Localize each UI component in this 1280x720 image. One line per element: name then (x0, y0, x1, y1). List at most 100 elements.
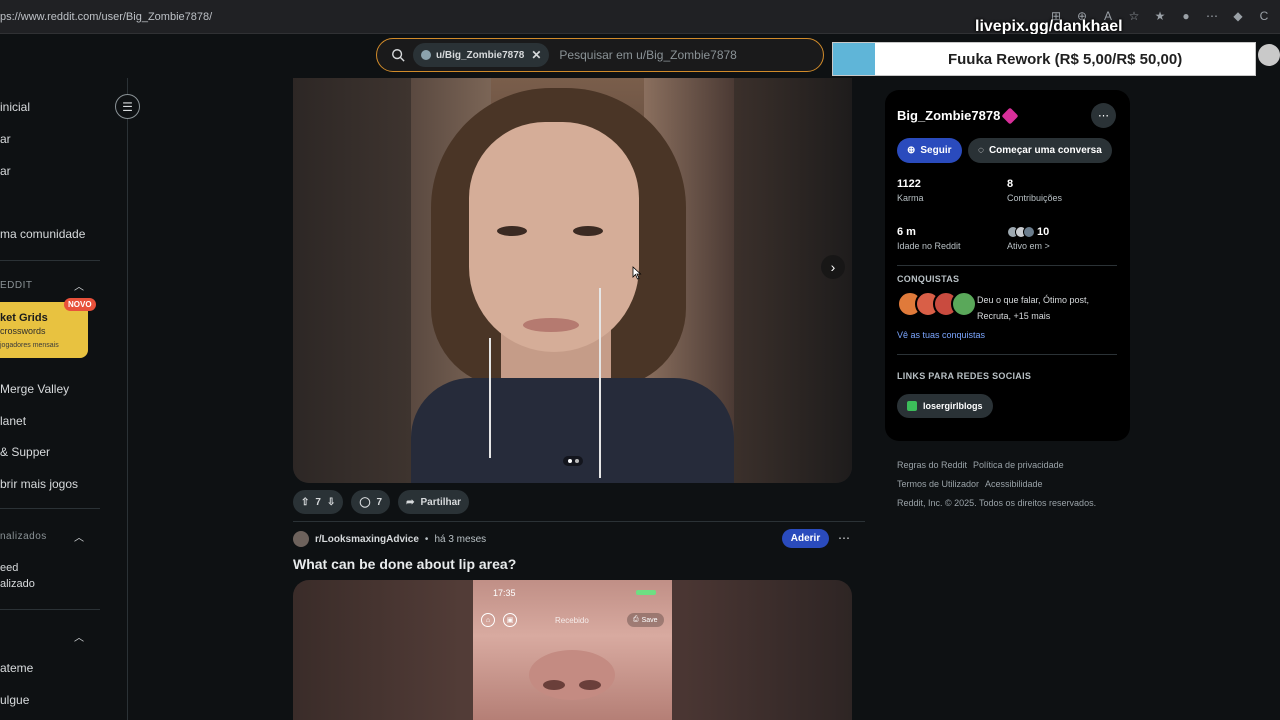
chevron-right-icon[interactable]: › (821, 255, 845, 279)
feed-divider (293, 521, 865, 522)
vote-count: 7 (315, 496, 321, 508)
profile-initial[interactable]: C (1256, 8, 1272, 24)
photo-nostril (579, 680, 601, 690)
join-button[interactable]: Aderir (782, 529, 829, 548)
menu-icon[interactable]: ☰ (115, 94, 140, 119)
start-chat-label: Começar uma conversa (988, 145, 1102, 156)
start-chat-button[interactable]: ◌ Começar uma conversa (968, 138, 1112, 163)
sidebar-item-create-community[interactable]: ma comunidade (0, 227, 85, 241)
share-button[interactable]: ➦ Partilhar (398, 490, 470, 514)
community-avatar (1023, 226, 1035, 238)
chevron-up-icon[interactable]: ︿ (74, 278, 84, 293)
view-achievements-link[interactable]: Vê as tuas conquistas (897, 330, 985, 340)
sidebar-item-discover-games[interactable]: brir mais jogos (0, 477, 78, 491)
sidebar-divider (0, 260, 100, 261)
copilot-icon[interactable]: ◆ (1230, 8, 1246, 24)
post-timestamp: há 3 meses (434, 533, 487, 545)
active-communities-avatars (1007, 226, 1035, 238)
sidebar-divider (0, 609, 100, 610)
post-media-gallery[interactable]: › (293, 78, 852, 483)
achievements-summary: Deu o que falar, Ótimo post, Recruta, +1… (977, 295, 1090, 321)
browser-profile-icon[interactable]: ● (1178, 8, 1194, 24)
search-scope-chip[interactable]: u/Big_Zombie7878 ✕ (413, 43, 550, 67)
favorite-star-icon[interactable]: ☆ (1126, 8, 1142, 24)
post-title[interactable]: What can be done about lip area? (293, 556, 516, 572)
search-scope-label: u/Big_Zombie7878 (436, 49, 525, 61)
custom-feeds-heading[interactable]: nalizados (0, 531, 47, 542)
search-icon (392, 49, 405, 62)
sidebar-item-home[interactable]: inicial (0, 100, 30, 114)
chevron-up-icon[interactable]: ︿ (74, 529, 84, 544)
comments-button[interactable]: ◯ 7 (351, 490, 391, 514)
sidebar-item-popular[interactable]: ar (0, 132, 11, 146)
home-icon: ⌂ (481, 613, 495, 627)
sidebar-divider (0, 508, 100, 509)
sidebar-item-game[interactable]: Merge Valley (0, 382, 69, 396)
phone-save-label: Save (641, 616, 658, 624)
footer-link-accessibility[interactable]: Acessibilidade (985, 479, 1043, 489)
profile-username-row: Big_Zombie7878 (897, 107, 1019, 124)
subreddit-avatar[interactable] (293, 531, 309, 547)
user-avatar[interactable] (1258, 44, 1280, 66)
sidebar-item-resource[interactable]: ulgue (0, 693, 29, 707)
photo-lips (523, 318, 579, 332)
sidebar-item-game[interactable]: & Supper (0, 445, 50, 459)
social-link-button[interactable]: losergirlblogs (897, 394, 993, 418)
reddit-age-value: 6 m (897, 226, 916, 238)
active-in-value: 10 (1037, 226, 1050, 238)
photo-shirt (411, 378, 734, 483)
post-image[interactable]: 17:35 ⌂ ▣ Recebido ⎙ Save (473, 580, 672, 720)
sidebar-item-resource[interactable]: ateme (0, 661, 33, 675)
search-bar[interactable]: u/Big_Zombie7878 ✕ Pesquisar em u/Big_Zo… (376, 38, 824, 72)
favorites-icon[interactable]: ★ (1152, 8, 1168, 24)
gallery-dots (563, 456, 583, 466)
achievements-heading: CONQUISTAS (897, 274, 960, 284)
subreddit-link[interactable]: r/LooksmaxingAdvice (315, 534, 419, 545)
phone-status-time: 17:35 (493, 588, 516, 598)
battery-icon (636, 590, 656, 595)
share-label: Partilhar (420, 496, 462, 508)
badge-icon (1001, 107, 1019, 124)
post-media[interactable]: 17:35 ⌂ ▣ Recebido ⎙ Save (293, 580, 852, 720)
link-icon (907, 401, 917, 411)
social-link-label: losergirlblogs (923, 401, 983, 411)
chevron-up-icon[interactable]: ︿ (74, 629, 84, 644)
sidebar-item-custom-feed-line2: alizado (0, 578, 35, 590)
sidebar-item-custom-feed[interactable]: eed (0, 562, 18, 574)
media-blur-right (734, 78, 852, 483)
photo-eye (497, 226, 527, 236)
vote-control: ⇧ 7 ⇩ (293, 490, 344, 514)
reddit-age-label: Idade no Reddit (897, 241, 961, 251)
games-section-heading[interactable]: EDDIT (0, 280, 33, 291)
photo-nose (529, 650, 615, 700)
footer-link-rules[interactable]: Regras do Reddit (897, 460, 967, 470)
footer-link-terms[interactable]: Termos de Utilizador (897, 479, 979, 489)
post-action-bar: ⇧ 7 ⇩ ◯ 7 ➦ Partilhar (293, 490, 470, 514)
search-input[interactable]: Pesquisar em u/Big_Zombie7878 (559, 48, 736, 62)
more-menu-icon[interactable]: ⋯ (1204, 8, 1220, 24)
downvote-icon[interactable]: ⇩ (327, 497, 335, 508)
profile-username: Big_Zombie7878 (897, 108, 1001, 123)
phone-save-chip: ⎙ Save (627, 613, 664, 627)
more-options-icon[interactable]: ⋯ (1091, 103, 1116, 128)
sidebar-item-explore[interactable]: ar (0, 164, 11, 178)
card-divider (897, 354, 1117, 355)
contributions-value: 8 (1007, 178, 1014, 190)
footer-link-privacy[interactable]: Política de privacidade (973, 460, 1064, 470)
close-icon[interactable]: ✕ (531, 48, 541, 62)
address-bar[interactable]: ps://www.reddit.com/user/Big_Zombie7878/ (0, 11, 212, 23)
achievement-badges[interactable] (897, 291, 977, 317)
game-meta: jogadores mensais (0, 342, 59, 349)
photo-earphone-cable (599, 288, 601, 478)
upvote-icon[interactable]: ⇧ (301, 497, 309, 508)
more-options-icon[interactable]: ⋯ (838, 531, 850, 545)
post-image[interactable] (411, 78, 734, 483)
active-in-link[interactable]: Ativo em > (1007, 241, 1050, 251)
sidebar-item-game[interactable]: lanet (0, 414, 26, 428)
card-divider (897, 265, 1117, 266)
karma-value: 1122 (897, 178, 921, 190)
follow-button[interactable]: ⊕ Seguir (897, 138, 962, 163)
game-title: ket Grids (0, 312, 48, 324)
plus-circle-icon: ⊕ (907, 145, 916, 156)
new-badge: NOVO (64, 298, 96, 311)
